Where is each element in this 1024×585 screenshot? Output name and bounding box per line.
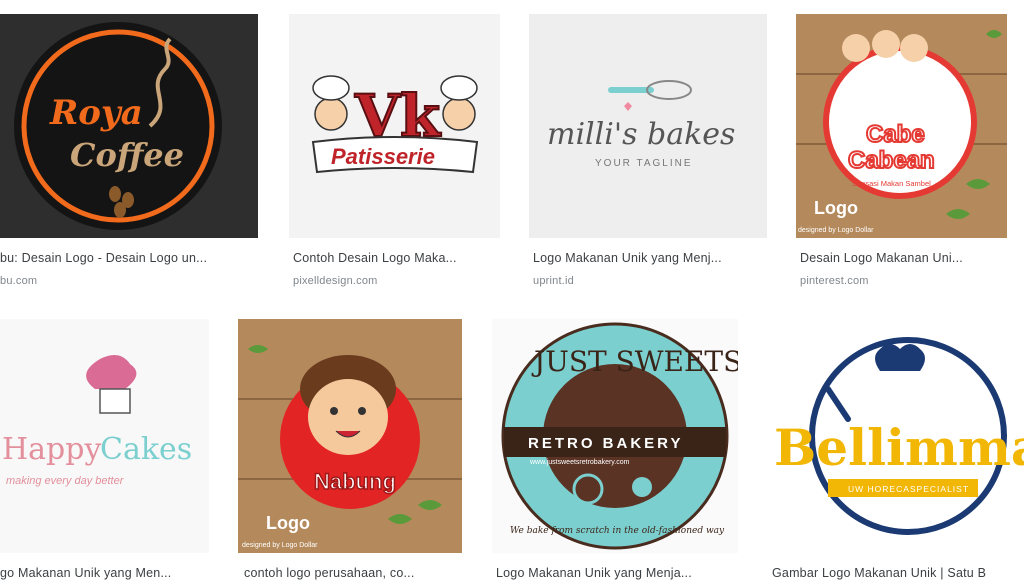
roya-coffee-logo: Roya Coffee [0, 14, 258, 238]
patisserie-text: Patisserie [331, 144, 435, 169]
result-thumbnail-5[interactable]: Happy Cakes making every day better [0, 319, 209, 553]
bellimma-ribbon-text: UW HORECASPECIALIST [848, 484, 969, 494]
result-title-2[interactable]: Contoh Desain Logo Maka... [293, 251, 501, 265]
result-thumbnail-6[interactable]: Nabung Logo designed by Logo Dollar [238, 319, 462, 553]
result-card-7[interactable]: JUST SWEETS RETRO BAKERY www.justsweetsr… [492, 319, 744, 585]
result-title-5[interactable]: go Makanan Unik yang Men... [0, 566, 210, 580]
result-thumbnail-1[interactable]: Roya Coffee [0, 14, 258, 238]
sambel-text: Sambel [874, 109, 911, 121]
millis-bakes-logo: milli's bakes YOUR TAGLINE [529, 14, 767, 238]
cabean-text: Cabean [848, 147, 935, 174]
bellimma-text: Bellimma [774, 418, 1024, 477]
result-source-4[interactable]: pinterest.com [800, 275, 869, 287]
bellimma-logo: Bellimma UW HORECASPECIALIST [768, 319, 1024, 553]
nabung-logo: Nabung Logo designed by Logo Dollar [238, 319, 462, 553]
cabe-subtitle: Sensasi Makan Sambel [852, 179, 931, 188]
result-source-1[interactable]: bu.com [0, 275, 37, 287]
result-card-3[interactable]: milli's bakes YOUR TAGLINE Logo Makanan … [529, 14, 769, 294]
result-title-7[interactable]: Logo Makanan Unik yang Menja... [496, 566, 736, 580]
result-thumbnail-7[interactable]: JUST SWEETS RETRO BAKERY www.justsweetsr… [492, 319, 738, 553]
result-thumbnail-4[interactable]: Sambel Cabe Cabean Sensasi Makan Sambel … [796, 14, 1007, 238]
result-thumbnail-2[interactable]: Vk Patisserie [289, 14, 500, 238]
result-title-8[interactable]: Gambar Logo Makanan Unik | Satu B [772, 566, 1024, 580]
nabung-text: Nabung [314, 469, 396, 494]
cakes-text: Cakes [100, 432, 192, 467]
cabe-logo-badge: Logo [814, 198, 858, 218]
cabe-cabean-logo: Sambel Cabe Cabean Sensasi Makan Sambel … [796, 14, 1007, 238]
result-card-1[interactable]: Roya Coffee bu: Desain Logo - Desain Log… [0, 14, 270, 294]
millis-bakes-text: milli's bakes [547, 117, 735, 152]
happy-tagline: making every day better [6, 475, 125, 487]
result-title-4[interactable]: Desain Logo Makanan Uni... [800, 251, 1022, 265]
coffee-text: Coffee [70, 136, 184, 174]
result-title-1[interactable]: bu: Desain Logo - Desain Logo un... [0, 251, 258, 265]
just-sweets-text: JUST SWEETS [531, 345, 738, 378]
happy-text: Happy [2, 432, 101, 467]
sweets-bottom-text: We bake from scratch in the old-fashione… [510, 526, 725, 536]
result-card-8[interactable]: Bellimma UW HORECASPECIALIST Gambar Logo… [768, 319, 1024, 585]
result-card-5[interactable]: Happy Cakes making every day better go M… [0, 319, 215, 585]
result-thumbnail-8[interactable]: Bellimma UW HORECASPECIALIST [768, 319, 1024, 553]
result-thumbnail-3[interactable]: milli's bakes YOUR TAGLINE [529, 14, 767, 238]
result-title-3[interactable]: Logo Makanan Unik yang Menj... [533, 251, 769, 265]
nabung-logo-badge: Logo [266, 513, 310, 533]
sweets-url-text: www.justsweetsretrobakery.com [529, 459, 630, 466]
cabe-credit: designed by Logo Dollar [798, 227, 874, 234]
just-sweets-logo: JUST SWEETS RETRO BAKERY www.justsweetsr… [492, 319, 738, 553]
result-card-2[interactable]: Vk Patisserie Contoh Desain Logo Maka...… [289, 14, 501, 294]
result-card-6[interactable]: Nabung Logo designed by Logo Dollar cont… [238, 319, 470, 585]
result-source-3[interactable]: uprint.id [533, 275, 574, 287]
result-source-2[interactable]: pixelldesign.com [293, 275, 378, 287]
roya-text: Roya [49, 93, 143, 133]
retro-bakery-text: RETRO BAKERY [528, 435, 683, 452]
cabe-text: Cabe [866, 121, 925, 148]
vk-patisserie-logo: Vk Patisserie [289, 14, 500, 238]
result-card-4[interactable]: Sambel Cabe Cabean Sensasi Makan Sambel … [796, 14, 1024, 294]
tagline-text: YOUR TAGLINE [595, 158, 693, 169]
happy-cakes-logo: Happy Cakes making every day better [0, 319, 209, 553]
nabung-credit: designed by Logo Dollar [242, 542, 318, 549]
result-title-6[interactable]: contoh logo perusahaan, co... [244, 566, 464, 580]
